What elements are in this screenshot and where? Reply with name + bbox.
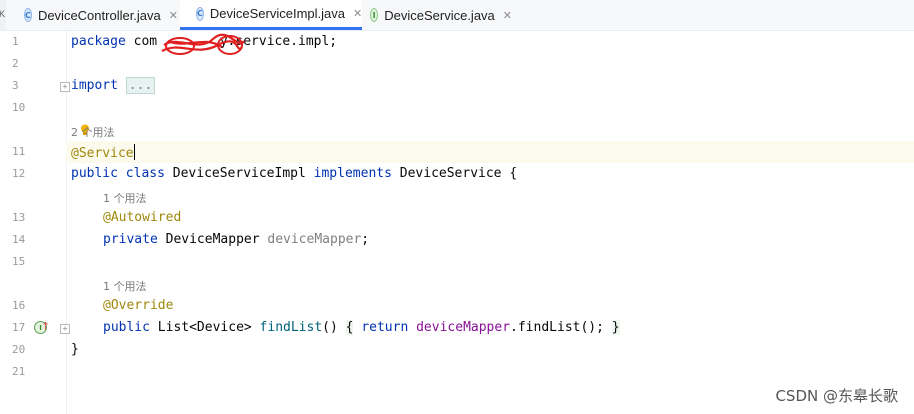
editor-tab-bar: K C DeviceController.java ✕ C DeviceServ… <box>0 0 914 31</box>
semicolon: ; <box>361 232 370 247</box>
keyword: import <box>71 78 118 93</box>
tab-device-service[interactable]: I DeviceService.java ✕ <box>362 0 512 30</box>
package-name: com <box>133 34 158 49</box>
brace: } <box>71 342 79 357</box>
code-line-autowired[interactable]: @Autowired <box>103 210 181 225</box>
current-line-highlight <box>66 141 914 163</box>
brace: { <box>345 320 354 335</box>
tab-device-service-impl[interactable]: C DeviceServiceImpl.java ✕ <box>180 0 362 30</box>
code-line-field-decl[interactable]: private DeviceMapper deviceMapper; <box>103 232 369 247</box>
method-name: findList <box>259 320 323 335</box>
up-arrow-icon[interactable]: ↑ <box>41 320 50 333</box>
code-line-import[interactable]: import ... <box>71 77 156 94</box>
keyword: public <box>103 320 150 335</box>
watermark: CSDN @东皋长歌 <box>775 387 898 405</box>
code-line-method[interactable]: public List<Device> findList() { return … <box>103 320 620 335</box>
code-line-close-brace[interactable]: } <box>71 342 79 357</box>
annotation: @Service <box>71 146 134 161</box>
redaction-scribble <box>161 33 245 55</box>
folded-imports[interactable]: ... <box>125 77 156 94</box>
usage-hint[interactable]: 1 个用法 <box>103 278 147 294</box>
code-line-class-decl[interactable]: public class DeviceServiceImpl implement… <box>71 166 517 181</box>
keyword: public <box>71 166 118 181</box>
field-name: deviceMapper <box>267 232 362 247</box>
line-number: 16 <box>12 299 26 312</box>
fold-plus-icon[interactable]: + <box>60 324 70 334</box>
field-ref: deviceMapper <box>416 320 511 335</box>
line-number: 14 <box>12 233 26 246</box>
close-icon[interactable]: ✕ <box>503 9 512 22</box>
class-icon: C <box>24 8 32 22</box>
usage-hint[interactable]: 2 个用法 <box>71 124 115 140</box>
class-name: DeviceServiceImpl <box>172 166 306 181</box>
line-number: 12 <box>12 167 26 180</box>
line-number: 15 <box>12 255 26 268</box>
line-number: 11 <box>12 145 26 158</box>
interface-name: DeviceService <box>399 166 502 181</box>
keyword: class <box>125 166 165 181</box>
keyword: implements <box>313 166 392 181</box>
class-icon: C <box>196 6 204 21</box>
brace: { <box>509 166 518 181</box>
keyword: package <box>71 34 126 49</box>
tab-label: DeviceController.java <box>37 7 161 23</box>
keyword: private <box>103 232 158 247</box>
method-call: .findList(); <box>510 320 604 335</box>
tab-label: DeviceService.java <box>384 7 495 23</box>
interface-icon: I <box>370 8 379 22</box>
line-number: 3 <box>12 79 19 92</box>
keyword: return <box>361 320 409 335</box>
side-panel-label: K <box>0 9 6 19</box>
usage-hint[interactable]: 1 个用法 <box>103 190 147 206</box>
code-line-service-annotation[interactable]: @Service <box>71 144 135 161</box>
text-caret <box>133 144 135 160</box>
side-panel-strip[interactable]: K <box>0 0 6 30</box>
return-type: List<Device> <box>157 320 252 335</box>
line-number: 10 <box>12 101 26 114</box>
tab-label: DeviceServiceImpl.java <box>209 6 345 21</box>
line-number: 20 <box>12 343 26 356</box>
line-number: 2 <box>12 57 19 70</box>
close-icon[interactable]: ✕ <box>169 9 178 22</box>
annotation: @Override <box>103 298 174 313</box>
parens: () <box>322 320 338 335</box>
close-icon[interactable]: ✕ <box>353 7 362 20</box>
brace: } <box>611 320 620 335</box>
line-number: 1 <box>12 35 19 48</box>
code-line-override[interactable]: @Override <box>103 298 173 313</box>
line-number: 13 <box>12 211 26 224</box>
field-type: DeviceMapper <box>165 232 260 247</box>
tab-device-controller[interactable]: C DeviceController.java ✕ <box>8 0 178 30</box>
annotation: @Autowired <box>103 210 182 225</box>
line-number: 21 <box>12 365 26 378</box>
fold-plus-icon[interactable]: + <box>60 82 70 92</box>
